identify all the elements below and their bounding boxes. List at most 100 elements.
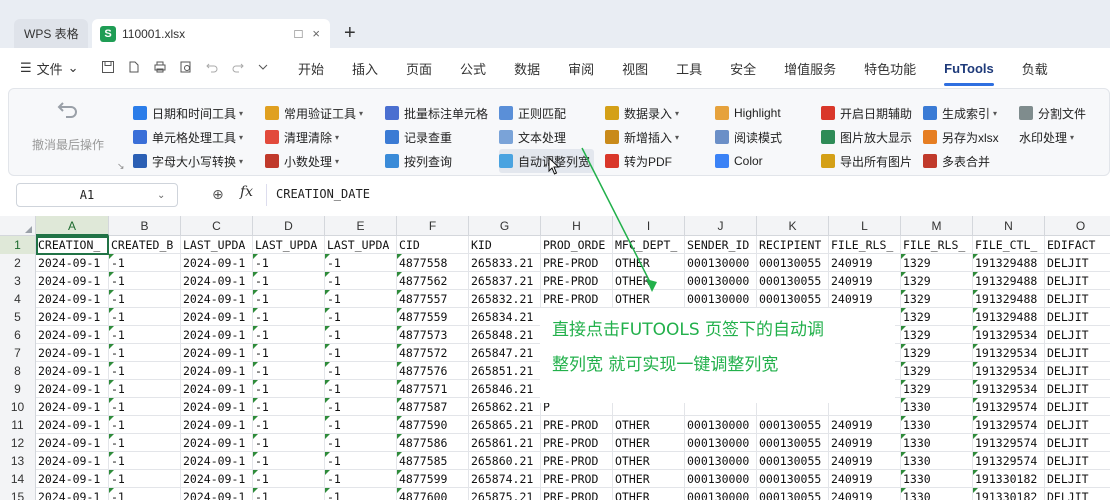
grid-cell[interactable]: -1 (253, 380, 325, 398)
menu-tab-0[interactable]: 开始 (298, 59, 324, 78)
window-icon[interactable]: □ (295, 26, 303, 41)
grid-cell[interactable]: -1 (109, 254, 181, 272)
grid-cell[interactable]: -1 (325, 416, 397, 434)
grid-cell[interactable]: -1 (109, 416, 181, 434)
grid-cell[interactable]: LAST_UPDA (181, 236, 253, 254)
ribbon-button-4-2[interactable]: 转为PDF (605, 149, 679, 173)
save-icon[interactable] (101, 60, 115, 77)
grid-cell[interactable]: -1 (253, 488, 325, 500)
grid-cell[interactable]: -1 (325, 254, 397, 272)
tab-file-110001[interactable]: S 110001.xlsx □ × (92, 19, 330, 48)
grid-cell[interactable]: 2024-09-1 (181, 272, 253, 290)
grid-cell[interactable]: 265834.21 (469, 308, 541, 326)
grid-cell[interactable]: SENDER_ID (685, 236, 757, 254)
grid-cell[interactable]: -1 (109, 326, 181, 344)
grid-cell[interactable]: 000130000 (685, 272, 757, 290)
grid-cell[interactable]: 2024-09-1 (36, 290, 109, 308)
ribbon-button-3-1[interactable]: 文本处理 (499, 125, 594, 149)
grid-cell[interactable]: 265846.21 (469, 380, 541, 398)
column-header-H[interactable]: H (541, 216, 613, 236)
grid-cell[interactable]: -1 (325, 326, 397, 344)
grid-cell[interactable]: DELJIT (1045, 326, 1110, 344)
tab-wps-spreadsheet[interactable]: WPS 表格 (14, 19, 88, 48)
grid-cell[interactable]: 4877600 (397, 488, 469, 500)
grid-cell[interactable]: 1330 (901, 488, 973, 500)
grid-cell[interactable]: 191329574 (973, 434, 1045, 452)
close-icon[interactable]: × (312, 26, 320, 41)
grid-cell[interactable]: 191329534 (973, 326, 1045, 344)
ribbon-button-7-1[interactable]: 另存为xlsx (923, 125, 999, 149)
grid-cell[interactable]: PRE-PROD (541, 272, 613, 290)
grid-cell[interactable]: 265851.21 (469, 362, 541, 380)
grid-cell[interactable]: 191329488 (973, 272, 1045, 290)
grid-cell[interactable]: 2024-09-1 (181, 254, 253, 272)
column-header-F[interactable]: F (397, 216, 469, 236)
row-header[interactable]: 13 (0, 452, 36, 470)
ribbon-button-7-0[interactable]: 生成索引 ▾ (923, 101, 999, 125)
grid-cell[interactable]: 2024-09-1 (36, 344, 109, 362)
grid-cell[interactable]: -1 (325, 290, 397, 308)
grid-cell[interactable]: 2024-09-1 (181, 452, 253, 470)
grid-cell[interactable]: 000130055 (757, 272, 829, 290)
grid-cell[interactable]: 191329574 (973, 416, 1045, 434)
redo-icon[interactable] (231, 60, 245, 77)
grid-cell[interactable]: 240919 (829, 272, 901, 290)
ribbon-button-1-1[interactable]: 清理清除 ▾ (265, 125, 363, 149)
zoom-search-icon[interactable]: ⊕ (212, 186, 224, 203)
print-icon[interactable] (153, 60, 167, 77)
name-box[interactable]: A1 ⌄ (16, 183, 178, 207)
grid-cell[interactable]: 000130055 (757, 470, 829, 488)
menu-tab-4[interactable]: 数据 (514, 59, 540, 78)
grid-cell[interactable]: OTHER (613, 272, 685, 290)
grid-cell[interactable]: 2024-09-1 (36, 272, 109, 290)
grid-cell[interactable]: PRE-PROD (541, 488, 613, 500)
grid-cell[interactable]: -1 (253, 254, 325, 272)
grid-cell[interactable]: CID (397, 236, 469, 254)
grid-cell[interactable]: DELJIT (1045, 362, 1110, 380)
grid-cell[interactable]: 240919 (829, 434, 901, 452)
grid-cell[interactable]: DELJIT (1045, 344, 1110, 362)
grid-cell[interactable]: 1330 (901, 398, 973, 416)
grid-cell[interactable]: -1 (109, 272, 181, 290)
grid-cell[interactable]: 240919 (829, 470, 901, 488)
grid-cell[interactable]: DELJIT (1045, 272, 1110, 290)
grid-cell[interactable]: PROD_ORDE (541, 236, 613, 254)
grid-cell[interactable]: 2024-09-1 (181, 488, 253, 500)
row-header[interactable]: 4 (0, 290, 36, 308)
grid-cell[interactable]: -1 (253, 452, 325, 470)
grid-cell[interactable]: 2024-09-1 (181, 416, 253, 434)
column-header-D[interactable]: D (253, 216, 325, 236)
grid-cell[interactable]: -1 (253, 416, 325, 434)
row-header[interactable]: 7 (0, 344, 36, 362)
grid-cell[interactable]: 191329574 (973, 452, 1045, 470)
grid-cell[interactable]: 240919 (829, 254, 901, 272)
row-header[interactable]: 8 (0, 362, 36, 380)
column-header-B[interactable]: B (109, 216, 181, 236)
grid-cell[interactable]: -1 (325, 272, 397, 290)
grid-cell[interactable]: CREATED_B (109, 236, 181, 254)
grid-cell[interactable]: PRE-PROD (541, 416, 613, 434)
column-header-N[interactable]: N (973, 216, 1045, 236)
column-header-A[interactable]: A (36, 216, 109, 236)
grid-cell[interactable]: 000130000 (685, 290, 757, 308)
grid-cell[interactable]: DELJIT (1045, 434, 1110, 452)
ribbon-button-4-1[interactable]: 新增插入 ▾ (605, 125, 679, 149)
ribbon-button-1-2[interactable]: 小数处理 ▾ (265, 149, 363, 173)
chevron-down-icon[interactable]: ⌄ (157, 190, 165, 201)
grid-cell[interactable]: 1330 (901, 416, 973, 434)
ribbon-button-6-1[interactable]: 图片放大显示 (821, 125, 912, 149)
group-expand-icon[interactable]: ↘ (117, 161, 125, 172)
grid-cell[interactable]: 000130055 (757, 290, 829, 308)
more-chevron-icon[interactable] (257, 60, 269, 77)
grid-cell[interactable]: -1 (109, 470, 181, 488)
grid-cell[interactable]: OTHER (613, 290, 685, 308)
grid-cell[interactable]: 2024-09-1 (36, 452, 109, 470)
grid-cell[interactable]: DELJIT (1045, 308, 1110, 326)
ribbon-button-3-0[interactable]: 正则匹配 (499, 101, 594, 125)
row-header[interactable]: 12 (0, 434, 36, 452)
grid-cell[interactable]: LAST_UPDA (253, 236, 325, 254)
grid-cell[interactable]: 240919 (829, 416, 901, 434)
chevron-down-icon[interactable]: ▾ (359, 109, 363, 118)
grid-cell[interactable]: 000130000 (685, 434, 757, 452)
grid-cell[interactable]: 4877559 (397, 308, 469, 326)
